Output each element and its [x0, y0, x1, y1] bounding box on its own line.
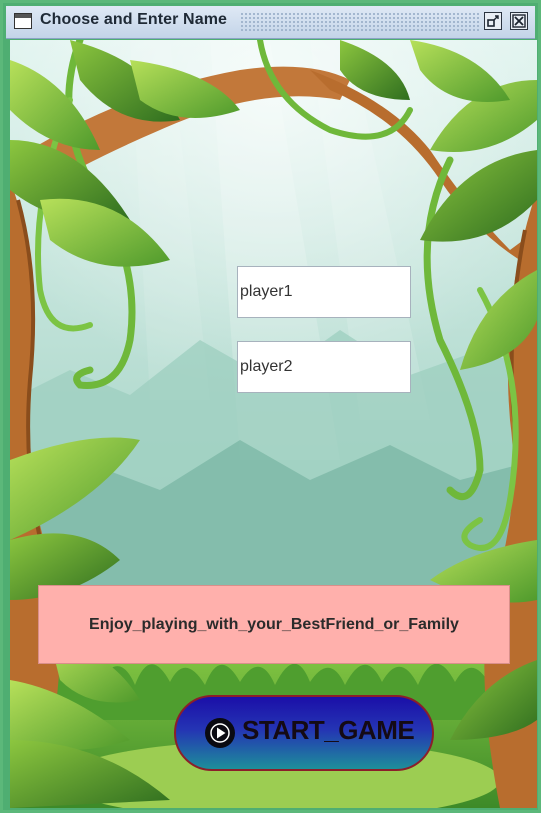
- player1-name-input[interactable]: [237, 266, 411, 318]
- restore-button[interactable]: [484, 12, 502, 30]
- message-banner: Enjoy_playing_with_your_BestFriend_or_Fa…: [38, 585, 510, 664]
- close-button[interactable]: [510, 12, 528, 30]
- player2-name-input[interactable]: [237, 341, 411, 393]
- window-title: Choose and Enter Name: [40, 11, 228, 28]
- start-game-button[interactable]: START_GAME: [174, 695, 434, 771]
- title-bar-grip: [240, 12, 480, 32]
- game-panel: Enjoy_playing_with_your_BestFriend_or_Fa…: [10, 40, 537, 808]
- app-window: Choose and Enter Name player1 player2 En…: [0, 0, 541, 813]
- restore-icon: [487, 15, 499, 27]
- jungle-background: [10, 40, 537, 808]
- play-circle-icon: [205, 718, 235, 748]
- start-game-label: START_GAME: [242, 715, 415, 745]
- title-bar[interactable]: Choose and Enter Name: [6, 6, 535, 39]
- close-icon: [512, 14, 526, 28]
- window-app-icon: [14, 13, 32, 29]
- banner-text: Enjoy_playing_with_your_BestFriend_or_Fa…: [89, 615, 459, 633]
